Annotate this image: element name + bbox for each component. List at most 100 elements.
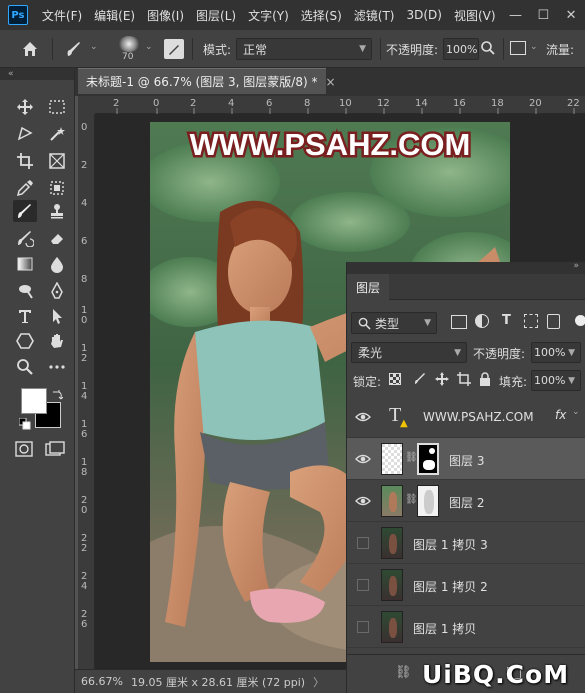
- filter-shape-icon[interactable]: [524, 314, 538, 328]
- eyedropper-tool-icon[interactable]: [13, 177, 37, 199]
- hand-tool-icon[interactable]: [45, 330, 69, 352]
- close-window-button[interactable]: ✕: [557, 8, 585, 23]
- pen-tool-icon[interactable]: [45, 280, 69, 302]
- home-icon[interactable]: [20, 39, 42, 59]
- zoom-level[interactable]: 66.67%: [81, 675, 127, 688]
- layer-row[interactable]: 图层 1 拷贝 2: [347, 564, 585, 606]
- brush-tool-icon[interactable]: [13, 200, 37, 222]
- filter-smart-object-icon[interactable]: [547, 314, 560, 329]
- close-tab-icon[interactable]: ×: [325, 75, 335, 89]
- layer-opacity-field[interactable]: 100% ▼: [531, 342, 581, 363]
- eraser-tool-icon[interactable]: [45, 227, 69, 249]
- lock-transparent-icon[interactable]: [389, 373, 401, 385]
- layer-filter-select[interactable]: 类型 ▼: [351, 312, 437, 334]
- menu-3d[interactable]: 3D(D): [400, 8, 447, 22]
- filter-toggle-icon[interactable]: [575, 315, 585, 326]
- lock-all-icon[interactable]: [479, 372, 491, 386]
- stamp-tool-icon[interactable]: [45, 200, 69, 222]
- frame-tool-icon[interactable]: [45, 150, 69, 172]
- layer-row-selected[interactable]: ⛓ 图层 3: [347, 438, 585, 480]
- menu-filter[interactable]: 滤镜(T): [348, 7, 401, 24]
- magic-wand-tool-icon[interactable]: [45, 123, 69, 145]
- visibility-toggle[interactable]: [357, 579, 369, 591]
- minimize-button[interactable]: —: [502, 8, 530, 23]
- opacity-field[interactable]: 100%: [443, 38, 479, 60]
- menu-edit[interactable]: 编辑(E): [88, 7, 141, 24]
- marquee-tool-icon[interactable]: [45, 96, 69, 118]
- blend-mode-select[interactable]: 柔光 ▼: [351, 342, 467, 363]
- fill-field[interactable]: 100% ▼: [531, 370, 581, 391]
- type-tool-icon[interactable]: [13, 305, 37, 327]
- link-icon[interactable]: ⛓: [405, 452, 418, 463]
- visibility-toggle[interactable]: [357, 537, 369, 549]
- blur-tool-icon[interactable]: [45, 253, 69, 275]
- warning-icon: ▲: [400, 418, 408, 429]
- chevron-down-icon[interactable]: ⌄: [530, 42, 538, 52]
- filter-adjustment-icon[interactable]: [475, 314, 489, 328]
- document-tab[interactable]: 未标题-1 @ 66.7% (图层 3, 图层蒙版/8) * ×: [78, 68, 336, 94]
- chevron-down-icon[interactable]: ⌄: [572, 407, 580, 417]
- swap-colors-icon[interactable]: [51, 388, 64, 400]
- tab-layers[interactable]: 图层: [347, 274, 389, 300]
- brush-tool-preset-icon[interactable]: [64, 39, 86, 59]
- lock-pixels-icon[interactable]: [413, 372, 427, 386]
- object-select-tool-icon[interactable]: [45, 177, 69, 199]
- visibility-toggle[interactable]: [357, 621, 369, 633]
- layer-row[interactable]: 图层 1 拷贝: [347, 606, 585, 648]
- layer-name[interactable]: WWW.PSAHZ.COM: [423, 410, 534, 424]
- visibility-eye-icon[interactable]: [355, 451, 371, 467]
- fx-icon[interactable]: fx: [555, 408, 566, 422]
- history-brush-tool-icon[interactable]: [13, 227, 37, 249]
- shape-tool-icon[interactable]: [13, 330, 37, 352]
- brush-settings-icon[interactable]: [164, 39, 184, 59]
- search-icon[interactable]: [480, 40, 496, 56]
- crop-tool-icon[interactable]: [13, 150, 37, 172]
- lasso-tool-icon[interactable]: [13, 123, 37, 145]
- quick-mask-icon[interactable]: [15, 441, 33, 457]
- menu-select[interactable]: 选择(S): [295, 7, 348, 24]
- maximize-button[interactable]: ☐: [529, 8, 557, 23]
- more-tools-icon[interactable]: [45, 356, 69, 378]
- link-layers-icon[interactable]: ⛓: [395, 665, 412, 680]
- mode-select[interactable]: 正常 ▼: [236, 38, 372, 60]
- layer-mask-thumbnail[interactable]: [417, 485, 439, 517]
- visibility-eye-icon[interactable]: [355, 493, 371, 509]
- gradient-tool-icon[interactable]: [13, 253, 37, 275]
- layer-name[interactable]: 图层 1 拷贝: [413, 620, 476, 637]
- layer-mask-thumbnail[interactable]: [417, 443, 439, 475]
- horizontal-ruler[interactable]: 2 0 2 4 6 8 10 12 14 16 18 20 22: [95, 96, 585, 114]
- status-menu-icon[interactable]: 〉: [313, 674, 324, 690]
- pressure-opacity-icon[interactable]: [510, 41, 526, 55]
- layer-row[interactable]: 图层 1 拷贝 3: [347, 522, 585, 564]
- brush-preview-icon[interactable]: [118, 36, 140, 52]
- lock-position-icon[interactable]: [435, 372, 449, 386]
- move-tool-icon[interactable]: [13, 96, 37, 118]
- foreground-color-swatch[interactable]: [21, 388, 47, 414]
- menu-image[interactable]: 图像(I): [141, 7, 190, 24]
- layer-name[interactable]: 图层 1 拷贝 3: [413, 536, 488, 553]
- filter-pixel-icon[interactable]: [451, 315, 467, 329]
- chevron-down-icon[interactable]: ⌄: [90, 42, 98, 52]
- collapse-icon[interactable]: «: [0, 68, 74, 80]
- vertical-ruler[interactable]: 0 2 4 6 8 1 0 1 2 1 4 1 6 1 8 2 0 2 2 2 …: [78, 114, 95, 669]
- chevron-down-icon[interactable]: ⌄: [145, 42, 153, 52]
- path-select-tool-icon[interactable]: [45, 305, 69, 327]
- menu-layer[interactable]: 图层(L): [190, 7, 242, 24]
- lock-artboard-icon[interactable]: [457, 372, 471, 386]
- dodge-tool-icon[interactable]: [13, 280, 37, 302]
- layer-row[interactable]: T ▲ WWW.PSAHZ.COM fx ⌄: [347, 396, 585, 438]
- layer-row[interactable]: ⛓ 图层 2: [347, 480, 585, 522]
- collapse-icon[interactable]: »: [573, 261, 579, 271]
- menu-type[interactable]: 文字(Y): [242, 7, 295, 24]
- layer-name[interactable]: 图层 2: [449, 494, 484, 511]
- link-icon[interactable]: ⛓: [405, 494, 418, 505]
- menu-file[interactable]: 文件(F): [36, 7, 88, 24]
- visibility-eye-icon[interactable]: [355, 409, 371, 425]
- zoom-tool-icon[interactable]: [13, 356, 37, 378]
- screen-mode-icon[interactable]: [45, 441, 65, 457]
- default-colors-icon[interactable]: [18, 417, 31, 430]
- menu-view[interactable]: 视图(V): [448, 7, 502, 24]
- layer-name[interactable]: 图层 1 拷贝 2: [413, 578, 488, 595]
- layer-name[interactable]: 图层 3: [449, 452, 484, 469]
- filter-type-icon[interactable]: T: [502, 313, 511, 328]
